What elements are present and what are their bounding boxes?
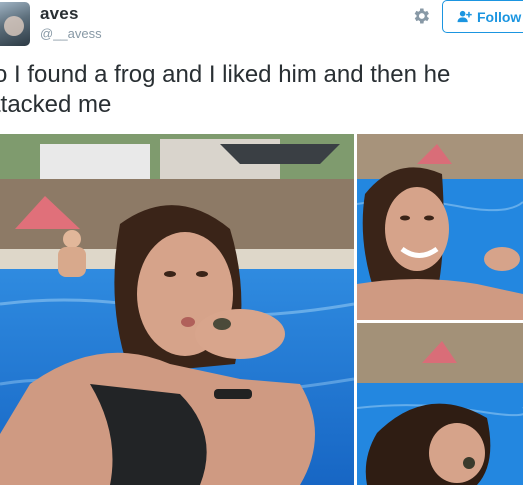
follow-button[interactable]: Follow — [442, 0, 523, 33]
follow-label: Follow — [477, 8, 522, 25]
media-grid — [0, 134, 523, 485]
gear-icon[interactable] — [410, 6, 432, 26]
user-handle[interactable]: @__avess — [40, 26, 102, 41]
display-name[interactable]: aves — [40, 4, 79, 24]
top-right-photo[interactable] — [357, 134, 523, 320]
main-photo[interactable] — [0, 134, 354, 485]
bottom-right-photo[interactable] — [357, 323, 523, 485]
tweet-text: o I found a frog and I liked him and the… — [0, 61, 451, 118]
profile-avatar[interactable] — [0, 2, 30, 46]
add-user-icon — [457, 10, 472, 23]
avatar-face — [4, 16, 24, 36]
tweet-card: aves @__avess Follow o I found a frog an… — [0, 0, 523, 485]
